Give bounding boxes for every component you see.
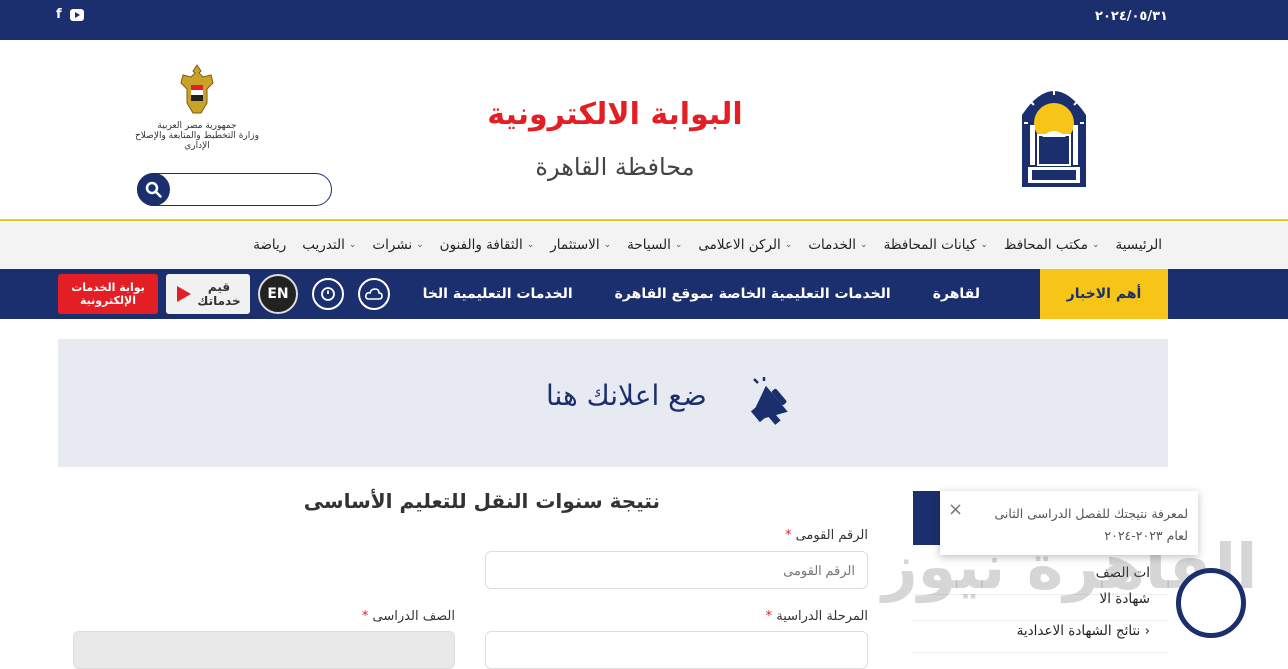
chevron-down-icon: ⌄ — [674, 240, 683, 250]
clock-icon — [321, 287, 335, 301]
nav-item-label: مكتب المحافظ — [1003, 237, 1088, 253]
gov-services-text: بوابة الخدمات الإلكترونية — [71, 281, 145, 307]
news-bar: بوابة الخدمات الإلكترونية قيم خدماتك EN — [0, 269, 1288, 319]
ad-text: ضع اعلانك هنا — [546, 379, 707, 412]
nav-item-label: رياضة — [253, 237, 287, 253]
main-nav-list: الرئيسية مكتب المحافظ ⌄ كيانات المحافظة ⌄ الخ… — [253, 237, 1162, 253]
news-item[interactable]: لقاهرة — [933, 286, 980, 302]
stage-select[interactable] — [485, 631, 868, 669]
service-badges: بوابة الخدمات الإلكترونية قيم خدماتك EN — [58, 274, 390, 314]
national-id-label-text: الرقم القومى — [795, 528, 868, 543]
rate-services-badge[interactable]: قيم خدماتك — [166, 274, 250, 314]
nav-item[interactable]: نشرات ⌄ — [372, 237, 423, 253]
grade-label-text: الصف الدراسى — [372, 609, 455, 624]
nav-item-label: الاستثمار — [550, 237, 600, 253]
cairo-governorate-logo[interactable] — [1016, 75, 1092, 189]
ad-banner[interactable]: ضع اعلانك هنا — [58, 339, 1168, 467]
eagle-emblem-icon — [180, 64, 214, 114]
stage-label-text: المرحلة الدراسية — [776, 609, 868, 624]
main-nav: الرئيسية مكتب المحافظ ⌄ كيانات المحافظة ⌄ الخ… — [0, 223, 1288, 269]
chevron-down-icon: ⌄ — [784, 240, 793, 250]
english-version-button[interactable]: EN — [258, 274, 298, 314]
rate-services-text: قيم خدماتك — [197, 280, 240, 308]
nav-item-label: الرئيسية — [1115, 237, 1163, 253]
clock-button[interactable] — [312, 278, 344, 310]
nav-item[interactable]: الثقافة والفنون ⌄ — [440, 237, 535, 253]
nav-item[interactable]: التدريب ⌄ — [302, 237, 356, 253]
nav-item-label: كيانات المحافظة — [883, 237, 977, 253]
search-input[interactable] — [174, 178, 324, 201]
top-bar: f ٢٠٢٤/٠٥/٣١ — [0, 0, 1288, 40]
nav-item[interactable]: كيانات المحافظة ⌄ — [884, 237, 988, 253]
chevron-down-icon: ⌄ — [348, 240, 357, 250]
gov-services-badge[interactable]: بوابة الخدمات الإلكترونية — [58, 274, 158, 314]
rate-arrow-icon — [177, 286, 192, 302]
gov-services-line2: الإلكترونية — [80, 294, 136, 307]
sidebar-item-prep-results[interactable]: ‹ نتائج الشهادة الاعدادية — [913, 623, 1168, 653]
nav-item[interactable]: الخدمات ⌄ — [808, 237, 867, 253]
nav-item-label: نشرات — [372, 237, 413, 253]
megaphone-icon — [750, 377, 788, 425]
national-id-label: الرقم القومى * — [720, 528, 868, 543]
stage-label: المرحلة الدراسية * — [720, 609, 868, 624]
nav-item[interactable]: رياضة — [253, 237, 286, 253]
rate-services-line2: خدماتك — [197, 294, 241, 308]
chevron-down-icon: ⌄ — [416, 240, 424, 250]
search-box — [137, 173, 332, 206]
result-popup: × لمعرفة نتيجتك للفصل الدراسى الثانى لعا… — [940, 491, 1198, 555]
chevron-down-icon: ⌄ — [1091, 240, 1100, 250]
chevron-down-icon: ⌄ — [980, 240, 988, 250]
egypt-logo-line1: جمهورية مصر العربية — [157, 121, 237, 131]
chevron-down-icon: ⌄ — [603, 240, 612, 250]
site-subtitle: محافظة القاهرة — [535, 153, 695, 181]
site-title: البوابة الالكترونية — [487, 97, 743, 132]
search-icon — [145, 181, 162, 198]
current-date: ٢٠٢٤/٠٥/٣١ — [1095, 9, 1168, 24]
news-item[interactable]: الخدمات التعليمية الخا — [423, 286, 573, 302]
nav-item[interactable]: الرئيسية — [1116, 237, 1163, 253]
egypt-ministry-logo[interactable]: جمهورية مصر العربية وزارة التخطيط والمتا… — [132, 63, 262, 163]
social-links: f — [56, 7, 84, 22]
nav-item[interactable]: الاستثمار ⌄ — [550, 237, 611, 253]
cloud-icon — [365, 288, 383, 300]
site-header: جمهورية مصر العربية وزارة التخطيط والمتا… — [0, 49, 1288, 221]
news-site-logo — [1176, 568, 1246, 638]
gov-services-line1: بوابة الخدمات — [71, 281, 145, 294]
nav-item-label: التدريب — [302, 237, 345, 253]
nav-item-label: الثقافة والفنون — [439, 237, 523, 253]
sidebar-item-label: نتائج الشهادة الاعدادية — [1016, 623, 1141, 639]
nav-item[interactable]: الركن الاعلامى ⌄ — [698, 237, 792, 253]
national-id-input[interactable] — [486, 552, 867, 588]
nav-item[interactable]: السياحة ⌄ — [627, 237, 682, 253]
grade-label: الصف الدراسى * — [300, 609, 455, 624]
close-icon[interactable]: × — [948, 499, 963, 520]
news-item[interactable]: الخدمات التعليمية الخاصة بموقع القاهرة — [615, 286, 891, 302]
chevron-down-icon: ⌄ — [860, 240, 868, 250]
search-button[interactable] — [137, 173, 170, 206]
nav-item[interactable]: مكتب المحافظ ⌄ — [1004, 237, 1100, 253]
required-mark: * — [765, 609, 773, 624]
news-ticker: لقاهرة الخدمات التعليمية الخاصة بموقع ال… — [400, 269, 1040, 319]
nav-item-label: الركن الاعلامى — [698, 237, 781, 253]
nav-item-label: السياحة — [627, 237, 671, 253]
rate-services-line1: قيم — [207, 280, 231, 294]
national-id-field — [485, 551, 868, 589]
weather-button[interactable] — [358, 278, 390, 310]
chevron-down-icon: ⌄ — [526, 240, 535, 250]
egypt-logo-line2: وزارة التخطيط والمتابعة والإصلاح الإداري — [135, 131, 259, 151]
required-mark: * — [361, 609, 369, 624]
form-title: نتيجة سنوات النقل للتعليم الأساسى — [303, 489, 660, 513]
youtube-icon[interactable] — [69, 9, 84, 21]
required-mark: * — [784, 528, 792, 543]
grade-select[interactable] — [73, 631, 455, 669]
popup-message[interactable]: لمعرفة نتيجتك للفصل الدراسى الثانى لعام … — [978, 503, 1188, 547]
facebook-icon[interactable]: f — [56, 7, 62, 22]
top-news-label[interactable]: أهم الاخبار — [1040, 269, 1168, 319]
nav-item-label: الخدمات — [808, 237, 857, 253]
